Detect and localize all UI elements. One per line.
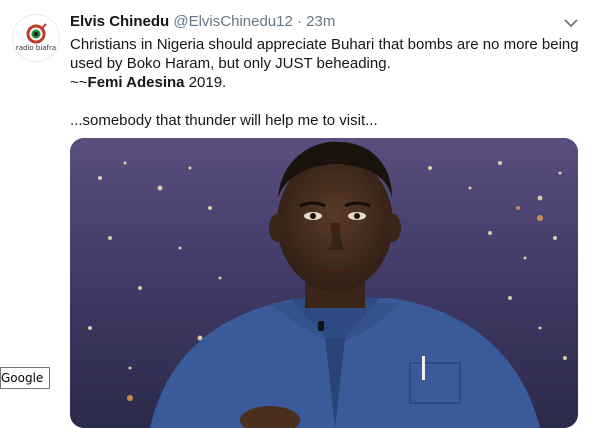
tweet-text: Christians in Nigeria should appreciate … bbox=[70, 35, 580, 130]
quoted-person-name: Femi Adesina bbox=[87, 74, 185, 91]
author-name[interactable]: Elvis Chinedu bbox=[70, 13, 169, 30]
radio-biafra-logo-icon bbox=[26, 23, 47, 44]
tweet[interactable]: radio biafra Elvis Chinedu @ElvisChinedu… bbox=[0, 0, 598, 428]
tweet-text-line: ~~Femi Adesina 2019. bbox=[70, 73, 580, 92]
avatar-logo-text: radio biafra bbox=[15, 44, 57, 52]
header-separator: · bbox=[297, 13, 302, 30]
tweet-header: Elvis Chinedu @ElvisChinedu12 · 23m bbox=[70, 12, 550, 32]
photo-man-in-blue-shirt bbox=[70, 138, 578, 428]
author-handle[interactable]: @ElvisChinedu12 bbox=[173, 13, 292, 30]
google-tooltip: Google bbox=[0, 367, 51, 389]
tweet-text-line: ...somebody that thunder will help me to… bbox=[70, 112, 378, 129]
chevron-down-icon[interactable] bbox=[562, 14, 580, 32]
tilde-prefix: ~~ bbox=[70, 74, 88, 91]
avatar[interactable]: radio biafra bbox=[12, 14, 60, 62]
tweet-media-photo[interactable] bbox=[70, 138, 578, 428]
tweet-text-line: used by Boko Haram, but only JUST behead… bbox=[70, 55, 391, 72]
year-suffix: 2019. bbox=[184, 74, 227, 91]
tweet-text-line: Christians in Nigeria should appreciate … bbox=[70, 36, 579, 53]
tweet-timestamp[interactable]: 23m bbox=[306, 13, 335, 30]
